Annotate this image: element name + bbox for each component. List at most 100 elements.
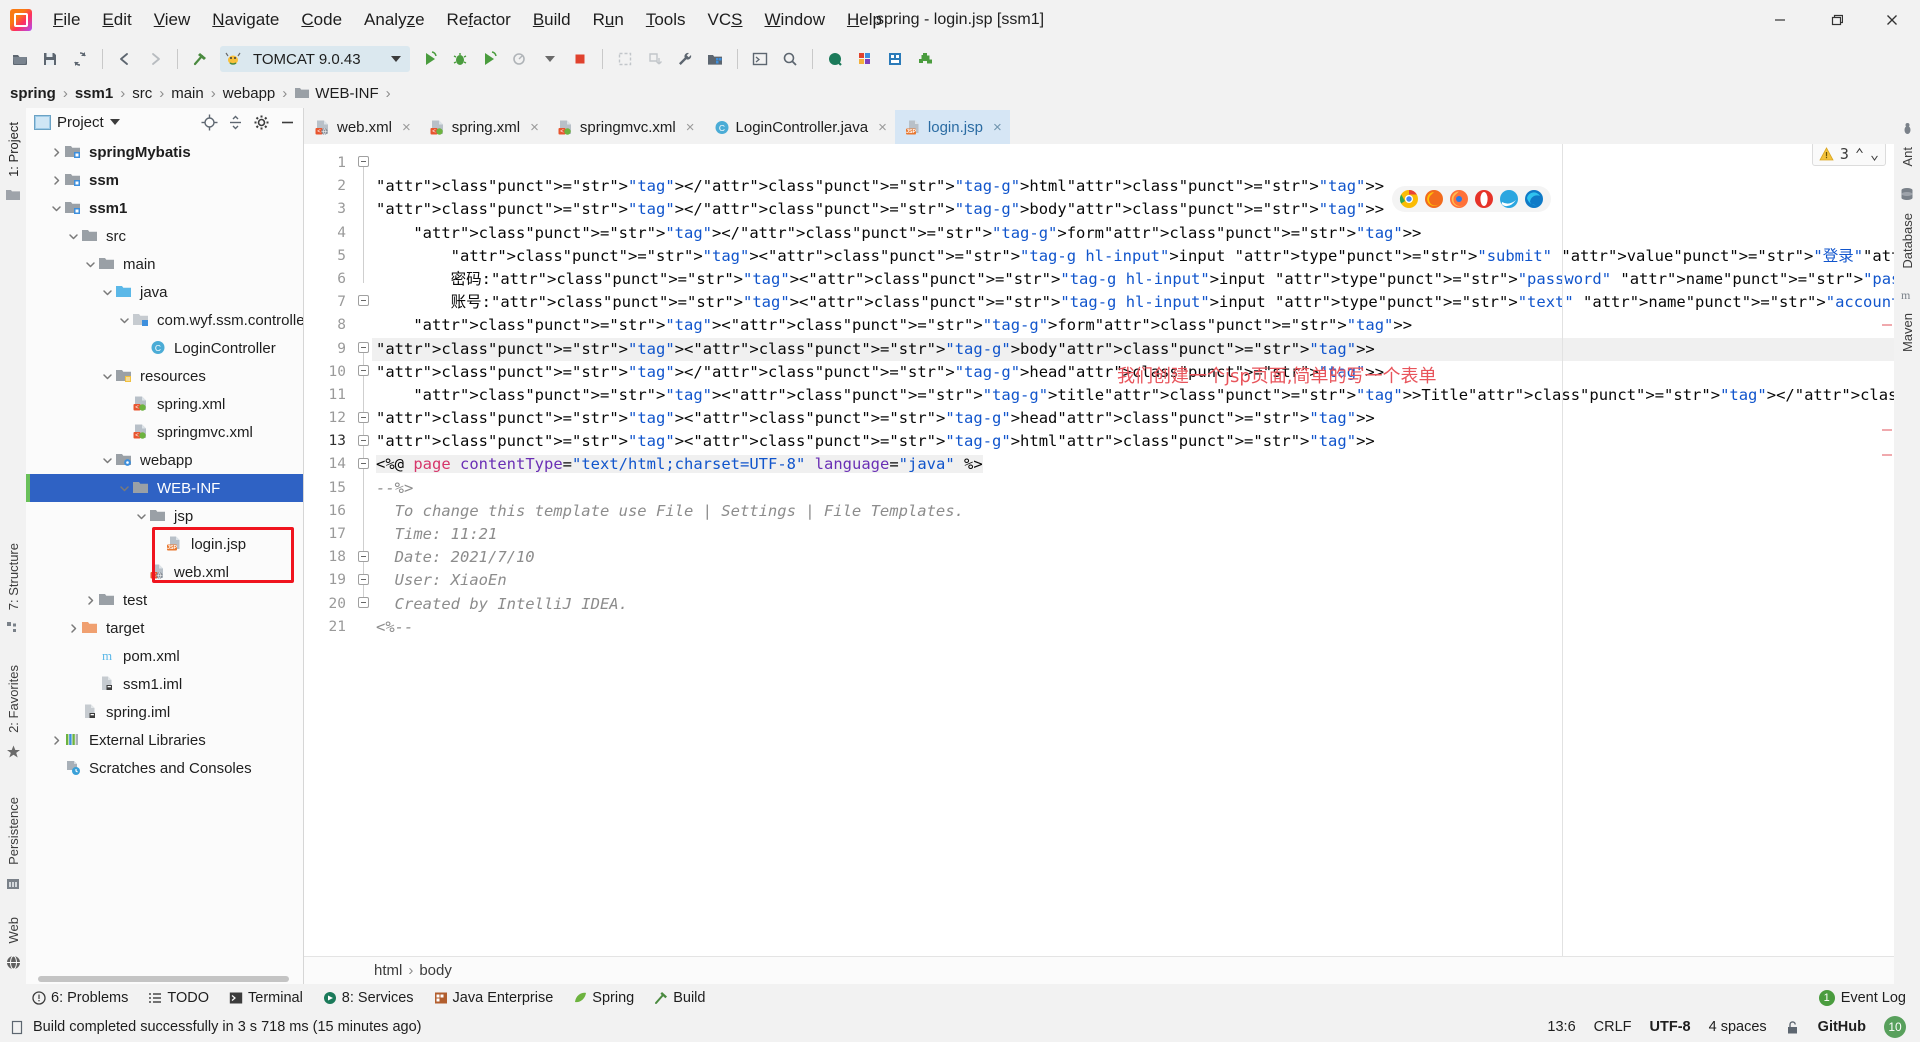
run-configuration-selector[interactable]: TOMCAT 9.0.43 xyxy=(220,46,410,72)
line-number[interactable]: 5 xyxy=(304,245,356,268)
open-project-icon[interactable] xyxy=(6,45,34,73)
maven-icon[interactable]: m xyxy=(1901,288,1914,301)
menu-view[interactable]: View xyxy=(143,5,202,35)
code-line[interactable]: 密码:"attr">class"punct">="str">"tag"><"at… xyxy=(372,268,1894,291)
breadcrumb-item-3[interactable]: main xyxy=(171,85,204,102)
code-line[interactable]: To change this template use File | Setti… xyxy=(372,500,1894,523)
editor-breadcrumb-body[interactable]: body xyxy=(419,962,452,979)
line-separator[interactable]: CRLF xyxy=(1594,1019,1632,1035)
line-number[interactable]: 19 xyxy=(304,569,356,592)
tree-node-spring-xml[interactable]: < spring.xml xyxy=(26,390,303,418)
browser-launch-bar[interactable] xyxy=(1392,186,1551,212)
menu-navigate[interactable]: Navigate xyxy=(201,5,290,35)
code-line[interactable]: "attr">class"punct">="str">"tag"></"attr… xyxy=(372,222,1894,245)
breadcrumb-item-1[interactable]: ssm1 xyxy=(75,85,113,102)
code-line[interactable]: "attr">class"punct">="str">"tag"></"attr… xyxy=(372,198,1894,221)
edge-icon[interactable] xyxy=(1524,189,1544,209)
tree-node-login-jsp[interactable]: JSP login.jsp xyxy=(26,530,303,558)
line-number[interactable]: 8 xyxy=(304,314,356,337)
minimize-button[interactable] xyxy=(1752,0,1808,40)
tree-node-test[interactable]: test xyxy=(26,586,303,614)
fold-marker-13[interactable] xyxy=(358,435,369,446)
tool-window-build[interactable]: Build xyxy=(644,987,715,1009)
menu-file[interactable]: File xyxy=(42,5,91,35)
chevron-right-icon[interactable] xyxy=(83,593,97,607)
chevron-down-icon[interactable] xyxy=(109,119,120,125)
internet-explorer-icon[interactable] xyxy=(1499,189,1519,209)
line-number[interactable]: 20 xyxy=(304,593,356,616)
tree-node-jsp[interactable]: jsp xyxy=(26,502,303,530)
gear-icon[interactable] xyxy=(251,112,271,132)
tree-node-webapp[interactable]: webapp xyxy=(26,446,303,474)
star-icon[interactable] xyxy=(6,745,21,760)
code-line[interactable]: "attr">class"punct">="str">"tag"><"attr"… xyxy=(372,314,1894,337)
code-line[interactable]: "attr">class"punct">="str">"tag"><"attr"… xyxy=(372,245,1894,268)
tree-node-src[interactable]: src xyxy=(26,222,303,250)
code-line[interactable]: --%> xyxy=(372,477,1894,500)
ui-designer-icon[interactable] xyxy=(881,45,909,73)
chevron-down-icon[interactable] xyxy=(100,285,114,299)
save-all-icon[interactable] xyxy=(36,45,64,73)
tree-node-ssm[interactable]: ssm xyxy=(26,166,303,194)
ant-icon[interactable] xyxy=(1901,122,1914,135)
line-number[interactable]: 3 xyxy=(304,198,356,221)
menu-window[interactable]: Window xyxy=(754,5,836,35)
tool-window-6-problems[interactable]: 6: Problems xyxy=(22,987,138,1009)
tree-node-logincontroller[interactable]: C LoginController xyxy=(26,334,303,362)
target-locate-icon[interactable] xyxy=(199,112,219,132)
fold-marker-18[interactable] xyxy=(358,551,369,562)
breadcrumb-item-2[interactable]: src xyxy=(132,85,152,102)
error-stripe-marker[interactable] xyxy=(1882,324,1892,326)
line-number[interactable]: 11 xyxy=(304,384,356,407)
code-line[interactable]: Date: 2021/7/10 xyxy=(372,546,1894,569)
chevron-down-icon[interactable] xyxy=(391,56,401,62)
plugin-icon[interactable] xyxy=(911,45,939,73)
back-arrow-icon[interactable] xyxy=(111,45,139,73)
fold-marker-20[interactable] xyxy=(358,597,369,608)
error-stripe-marker[interactable] xyxy=(1882,454,1892,456)
fold-marker-1[interactable] xyxy=(358,156,369,167)
tree-node-ssm1-iml[interactable]: ssm1.iml xyxy=(26,670,303,698)
tree-node-ssm1[interactable]: ssm1 xyxy=(26,194,303,222)
event-log-button[interactable]: Event Log xyxy=(1841,990,1906,1006)
globe-icon[interactable] xyxy=(6,955,21,970)
tool-window-terminal[interactable]: Terminal xyxy=(219,987,313,1009)
tree-node-java[interactable]: java xyxy=(26,278,303,306)
menu-vcs[interactable]: VCS xyxy=(697,5,754,35)
code-line[interactable]: "attr">class"punct">="str">"tag"><"attr"… xyxy=(372,337,1894,361)
chevron-right-icon[interactable] xyxy=(66,621,80,635)
code-line[interactable]: <%@ page contentType="text/html;charset=… xyxy=(372,453,1894,476)
rail-item-database[interactable]: Database xyxy=(1900,207,1915,275)
menu-tools[interactable]: Tools xyxy=(635,5,697,35)
unlocked-icon[interactable] xyxy=(1785,1020,1800,1035)
debug-icon[interactable] xyxy=(446,45,474,73)
rail-item-project[interactable]: 1: Project xyxy=(6,116,21,183)
maximize-button[interactable] xyxy=(1808,0,1864,40)
tree-node-springmybatis[interactable]: springMybatis xyxy=(26,138,303,166)
profile-icon[interactable] xyxy=(506,45,534,73)
tree-node-external-libraries[interactable]: External Libraries xyxy=(26,726,303,754)
rail-item-maven[interactable]: Maven xyxy=(1900,307,1915,358)
code-line[interactable]: "attr">class"punct">="str">"tag"><"attr"… xyxy=(372,407,1894,430)
menu-code[interactable]: Code xyxy=(290,5,353,35)
indent-setting[interactable]: 4 spaces xyxy=(1709,1019,1767,1035)
project-tree[interactable]: springMybatis ssm ssm1 src main java com.wyf.s… xyxy=(26,136,303,984)
close-icon[interactable]: × xyxy=(686,119,695,136)
project-folder-icon[interactable] xyxy=(6,189,20,201)
close-icon[interactable]: × xyxy=(878,119,887,136)
fold-marker-10[interactable] xyxy=(358,365,369,376)
caret-position[interactable]: 13:6 xyxy=(1547,1019,1575,1035)
tree-node-springmvc-xml[interactable]: < springmvc.xml xyxy=(26,418,303,446)
editor-tab-spring-xml[interactable]: < spring.xml × xyxy=(419,110,547,144)
tree-node-spring-iml[interactable]: spring.iml xyxy=(26,698,303,726)
fold-marker-12[interactable] xyxy=(358,412,369,423)
run-with-coverage-icon[interactable] xyxy=(476,45,504,73)
line-number[interactable]: 12 xyxy=(304,407,356,430)
database-icon[interactable] xyxy=(1900,187,1914,201)
file-encoding[interactable]: UTF-8 xyxy=(1650,1019,1691,1035)
menu-build[interactable]: Build xyxy=(522,5,582,35)
chevron-down-icon[interactable] xyxy=(134,509,148,523)
close-button[interactable] xyxy=(1864,0,1920,40)
forward-arrow-icon[interactable] xyxy=(141,45,169,73)
editor-tab-login-jsp[interactable]: JSP login.jsp × xyxy=(894,110,1010,144)
